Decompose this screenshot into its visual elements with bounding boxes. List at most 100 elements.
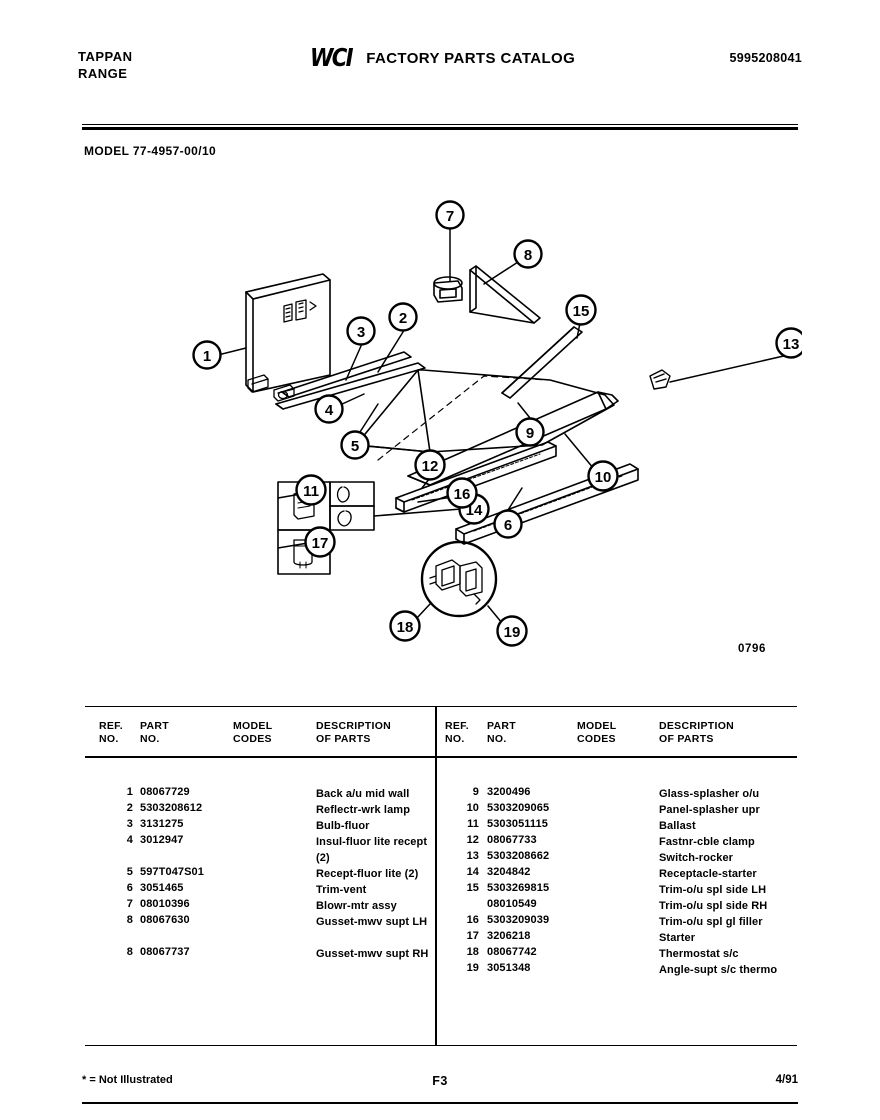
cell-description: Blowr-mtr assy (316, 900, 397, 912)
svg-text:13: 13 (783, 336, 800, 353)
cell-description: Panel-splasher upr (659, 804, 760, 816)
part-fastnr-receptacle-boxes (329, 481, 375, 531)
model-number-label: MODEL 77-4957-00/10 (84, 144, 217, 158)
cell-ref-no: 12 (466, 834, 479, 846)
page-footer: * = Not Illustrated F3 4/91 (82, 1074, 798, 1096)
cell-part-no: 3204842 (487, 866, 531, 878)
exploded-parts-diagram: 1 2 3 4 5 6 7 8 9 10 11 12 13 14 15 16 1… (78, 180, 802, 680)
table-row: 3 3131275 Bulb-fluor (85, 818, 435, 834)
table-row: 12 08067733 Fastnr-cble clamp (437, 834, 787, 850)
table-row: 9 3200496 Glass-splasher o/u (437, 786, 787, 802)
cell-part-no: 3131275 (140, 818, 184, 830)
svg-text:1: 1 (203, 348, 211, 365)
column-header-model-codes: MODEL CODES (233, 720, 299, 746)
table-row: 6 3051465 Trim-vent (85, 882, 435, 898)
cell-part-no: 5303269815 (487, 882, 550, 894)
cell-part-no: 3200496 (487, 786, 531, 798)
column-header-description-right: DESCRIPTION OF PARTS (659, 720, 774, 746)
part-thermostat-detail-bubble (420, 540, 498, 618)
table-row: 14 3204842 Receptacle-starter (437, 866, 787, 882)
table-row: 13 5303208662 Switch-rocker (437, 850, 787, 866)
column-header-description: DESCRIPTION OF PARTS (316, 720, 431, 746)
cell-description: Fastnr-cble clamp (659, 836, 755, 848)
svg-text:3: 3 (357, 324, 365, 341)
part-no-line1-right: PART (487, 720, 517, 732)
description-line2: OF PARTS (316, 733, 371, 745)
wci-logo: WCI (310, 43, 354, 72)
parts-table: REF. NO. PART NO. MODEL CODES DESCRIPTIO… (85, 706, 797, 1046)
callout-15: 15 (565, 294, 597, 326)
cell-part-no: 08067630 (140, 914, 190, 926)
callout-bubbles: 1 2 3 4 5 6 7 8 9 10 11 12 13 14 15 16 1… (192, 200, 802, 647)
cell-description: Reflectr-wrk lamp (316, 804, 411, 816)
cell-part-no: 3051465 (140, 882, 184, 894)
cell-ref-no: 8 (126, 914, 133, 926)
table-row: 08010549 Trim-o/u spl side RH (437, 898, 787, 914)
callout-11: 11 (295, 474, 327, 506)
page-code: F3 (432, 1074, 448, 1088)
cell-ref-no: 11 (467, 818, 479, 830)
svg-text:8: 8 (524, 247, 532, 264)
footer-rule (82, 1102, 798, 1104)
callout-13: 13 (775, 327, 802, 359)
cell-part-no: 5303209065 (487, 802, 550, 814)
drawing-number: 0796 (738, 643, 766, 655)
cell-ref-no: 6 (126, 882, 133, 894)
cell-description: Ballast (659, 820, 696, 832)
cell-ref-no: 5 (126, 866, 133, 878)
cell-ref-no: 14 (466, 866, 479, 878)
catalog-number: 5995208041 (729, 51, 802, 65)
callout-16: 16 (446, 477, 478, 509)
description-line1: DESCRIPTION (316, 720, 392, 732)
cell-description: Gusset-mwv supt LH (316, 916, 428, 928)
cell-part-no: 08010396 (140, 898, 190, 910)
cell-ref-no: 2 (126, 802, 133, 814)
cell-part-no: 08067737 (140, 946, 190, 958)
catalog-page: TAPPAN RANGE WCI FACTORY PARTS CATALOG 5… (0, 0, 880, 1120)
cell-part-no: 5303208662 (487, 850, 550, 862)
svg-text:5: 5 (351, 438, 359, 455)
cell-part-no: 08067733 (487, 834, 537, 846)
svg-text:2: 2 (399, 310, 407, 327)
cell-description: Trim-o/u spl side RH (659, 900, 768, 912)
table-row: 19 3051348 Angle-supt s/c thermo (437, 962, 787, 978)
table-row: 16 5303209039 Trim-o/u spl gl filler (437, 914, 787, 930)
ref-no-line2-right: NO. (445, 733, 465, 745)
svg-text:17: 17 (312, 535, 329, 552)
cell-description: Switch-rocker (659, 852, 734, 864)
ref-no-line1-right: REF. (445, 720, 469, 732)
table-row: 4 3012947 Insul-fluor lite recept (2) (85, 834, 435, 866)
cell-ref-no: 9 (472, 786, 479, 798)
callout-4: 4 (314, 394, 344, 424)
column-header-model-codes-right: MODEL CODES (577, 720, 643, 746)
ref-no-line1: REF. (99, 720, 123, 732)
cell-description: Receptacle-starter (659, 868, 757, 880)
model-codes-line2: CODES (233, 733, 272, 745)
description-line1-right: DESCRIPTION (659, 720, 735, 732)
cell-ref-no: 7 (126, 898, 133, 910)
brand-category: RANGE (78, 66, 128, 81)
cell-description: Angle-supt s/c thermo (659, 964, 778, 976)
parts-table-right: REF. NO. PART NO. MODEL CODES DESCRIPTIO… (437, 706, 787, 1046)
cell-part-no: 08067742 (487, 946, 537, 958)
cell-part-no: 3206218 (487, 930, 531, 942)
cell-ref-no: 15 (466, 882, 479, 894)
ref-no-line2: NO. (99, 733, 119, 745)
callout-7: 7 (435, 200, 465, 230)
page-header: TAPPAN RANGE WCI FACTORY PARTS CATALOG 5… (78, 43, 802, 94)
cell-description: Recept-fluor lite (2) (316, 868, 419, 880)
diagram-svg: 1 2 3 4 5 6 7 8 9 10 11 12 13 14 15 16 1… (192, 200, 802, 647)
cell-description: Trim-vent (316, 884, 367, 896)
cell-description: Thermostat s/c (659, 948, 739, 960)
cell-ref-no: 19 (466, 962, 479, 974)
callout-5: 5 (340, 430, 370, 460)
cell-ref-no: 3 (126, 818, 133, 830)
cell-description: Glass-splasher o/u (659, 788, 760, 800)
svg-text:7: 7 (446, 208, 454, 225)
table-row: 1 08067729 Back a/u mid wall (85, 786, 435, 802)
cell-ref-no: 17 (466, 930, 479, 942)
svg-text:12: 12 (422, 458, 439, 475)
part-no-line2-right: NO. (487, 733, 507, 745)
table-row: 2 5303208612 Reflectr-wrk lamp (85, 802, 435, 818)
svg-text:18: 18 (397, 619, 414, 636)
